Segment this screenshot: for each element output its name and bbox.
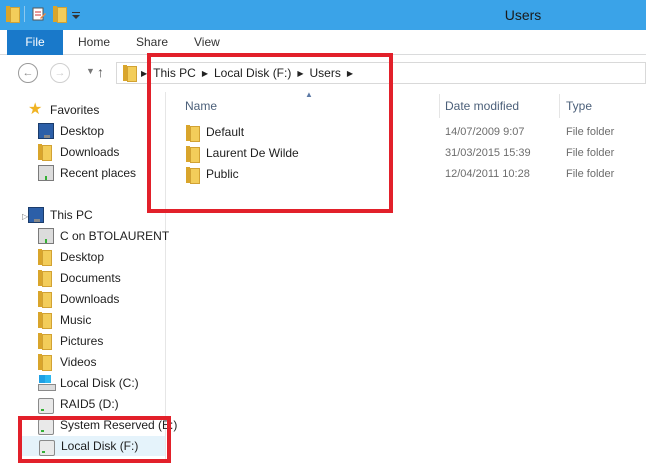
documents-folder-icon [38, 270, 54, 287]
desktop-icon [38, 123, 54, 139]
sidebar-item-music[interactable]: Music [38, 310, 91, 330]
sidebar-item-c-on-btolaurent[interactable]: C on BTOLAURENT [38, 226, 169, 246]
file-type: File folder [566, 126, 615, 138]
tab-file[interactable]: File [7, 30, 63, 55]
downloads-folder-icon [38, 291, 54, 308]
arrow-right-icon: → [54, 67, 66, 79]
windows-drive-icon [38, 375, 56, 391]
tab-share[interactable]: Share [136, 30, 168, 55]
window-title: Users [504, 7, 542, 23]
column-divider[interactable] [559, 94, 560, 118]
sidebar-item-this-pc[interactable]: This PC [28, 205, 93, 225]
star-icon: ★ [28, 101, 43, 118]
ribbon: File Home Share View [0, 30, 646, 55]
up-arrow-icon[interactable]: ↑ [97, 64, 104, 80]
desktop-folder-icon [38, 249, 54, 266]
sidebar-item-label: C on BTOLAURENT [60, 229, 170, 243]
sidebar-item-label: RAID5 (D:) [60, 397, 119, 411]
pictures-folder-icon [38, 333, 54, 350]
recent-places-icon [38, 165, 54, 181]
sidebar-item-label: Music [60, 313, 92, 327]
sidebar-item-desktop[interactable]: Desktop [38, 121, 104, 141]
downloads-folder-icon [38, 144, 54, 161]
file-date: 14/07/2009 9:07 [445, 126, 525, 138]
sidebar-item-recent-places[interactable]: Recent places [38, 163, 136, 183]
back-button[interactable]: ← [18, 63, 38, 83]
sidebar-item-local-disk-c[interactable]: Local Disk (C:) [38, 373, 139, 393]
recent-locations-dropdown-icon[interactable]: ▼ [86, 66, 95, 76]
sidebar-item-desktop-pc[interactable]: Desktop [38, 247, 104, 267]
forward-button[interactable]: → [50, 63, 70, 83]
sidebar-item-label: Downloads [60, 145, 120, 159]
sidebar-item-label: Pictures [60, 334, 104, 348]
file-type: File folder [566, 168, 615, 180]
column-header-date-modified[interactable]: Date modified [445, 94, 519, 118]
sidebar-item-label: This PC [50, 208, 93, 222]
videos-folder-icon [38, 354, 54, 371]
highlight-box-local-disk-f [18, 416, 171, 463]
sidebar-item-documents[interactable]: Documents [38, 268, 121, 288]
sidebar-item-label: Desktop [60, 124, 105, 138]
sidebar-item-raid5-d[interactable]: RAID5 (D:) [38, 394, 119, 414]
hard-drive-icon [38, 397, 54, 414]
tab-home[interactable]: Home [78, 30, 110, 55]
computer-icon [28, 207, 44, 223]
file-date: 31/03/2015 15:39 [445, 147, 531, 159]
sidebar-item-label: Downloads [60, 292, 120, 306]
music-folder-icon [38, 312, 54, 329]
sidebar-item-label: Recent places [60, 166, 137, 180]
sidebar-item-label: Desktop [60, 250, 105, 264]
arrow-left-icon: ← [22, 67, 34, 79]
sidebar-item-favorites[interactable]: ★ Favorites [28, 100, 99, 120]
sidebar-item-label: Favorites [50, 103, 100, 117]
sidebar-item-label: Documents [60, 271, 121, 285]
tab-view[interactable]: View [194, 30, 220, 55]
sidebar-item-downloads[interactable]: Downloads [38, 142, 119, 162]
file-type: File folder [566, 147, 615, 159]
column-divider[interactable] [439, 94, 440, 118]
title-bar: Users [0, 0, 646, 30]
file-date: 12/04/2011 10:28 [445, 168, 530, 180]
folder-icon [123, 65, 137, 82]
network-drive-icon [38, 228, 54, 244]
navigation-pane: ★ Favorites Desktop Downloads Recent pla… [0, 92, 177, 463]
column-header-type[interactable]: Type [566, 94, 592, 118]
sidebar-item-label: Local Disk (C:) [60, 376, 139, 390]
sidebar-item-downloads-pc[interactable]: Downloads [38, 289, 119, 309]
sidebar-item-videos[interactable]: Videos [38, 352, 96, 372]
sidebar-item-pictures[interactable]: Pictures [38, 331, 103, 351]
highlight-box-address-and-files [147, 53, 393, 213]
sidebar-item-label: Videos [60, 355, 97, 369]
